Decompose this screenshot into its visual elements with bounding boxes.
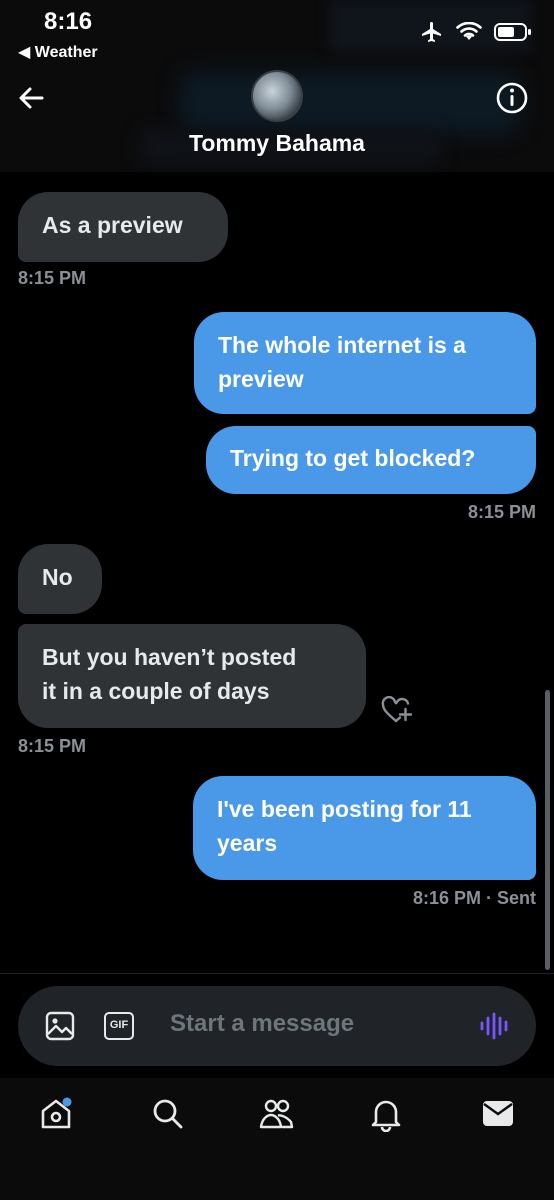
message-timestamp: 8:15 PM xyxy=(467,502,536,522)
gif-icon[interactable]: GIF xyxy=(104,1012,134,1040)
message-text: No xyxy=(42,564,73,590)
message-input[interactable]: Start a message xyxy=(170,1010,354,1038)
message-bubble-incoming[interactable]: No xyxy=(18,544,102,614)
back-to-app-link[interactable]: ◀ Weather xyxy=(18,42,98,62)
message-timestamp: 8:15 PM xyxy=(18,268,87,288)
message-text: The whole internet is a xyxy=(218,332,466,358)
add-reaction-heart-icon[interactable] xyxy=(380,694,414,726)
battery-icon xyxy=(494,23,531,41)
message-bubble-outgoing[interactable]: Trying to get blocked? xyxy=(206,426,536,494)
contact-name[interactable]: Tommy Bahama xyxy=(0,130,554,157)
messages-icon[interactable] xyxy=(480,1098,516,1130)
message-text: it in a couple of days xyxy=(42,678,270,704)
wifi-icon xyxy=(456,22,482,40)
avatar[interactable] xyxy=(251,70,303,122)
status-time: 8:16 xyxy=(44,8,93,35)
message-bubble-outgoing[interactable]: I've been posting for 11 years xyxy=(193,776,536,880)
message-text: I've been posting for 11 xyxy=(217,796,472,822)
back-arrow-icon[interactable] xyxy=(14,80,50,116)
message-bubble-incoming[interactable]: As a preview xyxy=(18,192,228,262)
message-timestamp: 8:15 PM xyxy=(18,736,87,756)
sent-status: · Sent xyxy=(485,888,536,908)
message-text: Trying to get blocked? xyxy=(230,445,476,471)
message-text: preview xyxy=(218,366,304,392)
message-timestamp: 8:16 PM xyxy=(412,888,481,908)
communities-icon[interactable] xyxy=(258,1096,296,1132)
airplane-icon xyxy=(422,22,441,42)
divider xyxy=(0,973,554,974)
redacted-area xyxy=(180,72,520,134)
message-text: But you haven’t posted xyxy=(42,644,297,670)
status-icons xyxy=(420,20,532,44)
message-bubble-incoming[interactable]: But you haven’t posted it in a couple of… xyxy=(18,624,366,728)
message-text: As a preview xyxy=(42,212,183,238)
info-icon[interactable] xyxy=(494,80,530,116)
voice-icon[interactable] xyxy=(478,1010,512,1042)
message-text: years xyxy=(217,830,278,856)
notifications-icon[interactable] xyxy=(368,1096,404,1132)
message-status: 8:16 PM · Sent xyxy=(413,888,536,909)
scrollbar[interactable] xyxy=(545,690,550,970)
home-icon[interactable] xyxy=(38,1096,74,1132)
notification-dot xyxy=(62,1097,72,1107)
search-icon[interactable] xyxy=(150,1096,186,1132)
message-bubble-outgoing[interactable]: The whole internet is a preview xyxy=(194,312,536,414)
image-icon[interactable] xyxy=(44,1010,76,1042)
